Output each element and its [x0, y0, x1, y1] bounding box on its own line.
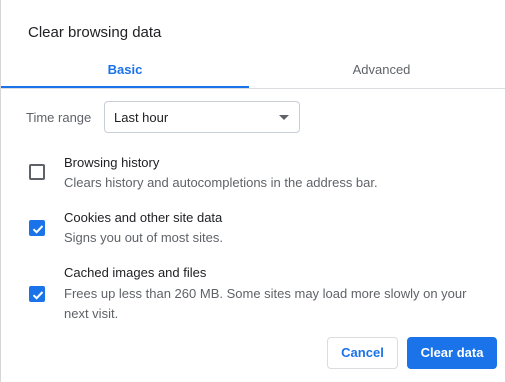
tab-divider: [1, 88, 505, 89]
cookies-checkbox[interactable]: [29, 220, 45, 236]
cached-images-checkbox[interactable]: [29, 286, 45, 302]
time-range-label: Time range: [26, 110, 92, 125]
cancel-button[interactable]: Cancel: [327, 337, 398, 369]
time-range-value: Last hour: [114, 110, 169, 125]
clear-browsing-data-dialog: Clear browsing data Basic Advanced Time …: [0, 0, 505, 382]
dropdown-arrow-icon: [279, 115, 289, 120]
checkmark-icon: [32, 291, 44, 300]
option-description: Clears history and autocompletions in th…: [64, 175, 378, 190]
option-title: Browsing history: [64, 155, 160, 170]
tab-basic[interactable]: Basic: [1, 52, 249, 87]
tab-advanced[interactable]: Advanced: [259, 52, 504, 87]
option-description: Signs you out of most sites.: [64, 230, 223, 245]
time-range-select[interactable]: Last hour: [104, 101, 300, 133]
clear-data-button[interactable]: Clear data: [407, 337, 497, 369]
option-title: Cookies and other site data: [64, 210, 223, 225]
option-title: Cached images and files: [64, 265, 207, 280]
option-description: Frees up less than 260 MB. Some sites ma…: [64, 286, 467, 321]
dialog-title: Clear browsing data: [28, 24, 162, 41]
tab-bar: Basic Advanced: [1, 52, 505, 89]
checkmark-icon: [32, 225, 44, 234]
browsing-history-checkbox[interactable]: [29, 164, 45, 180]
